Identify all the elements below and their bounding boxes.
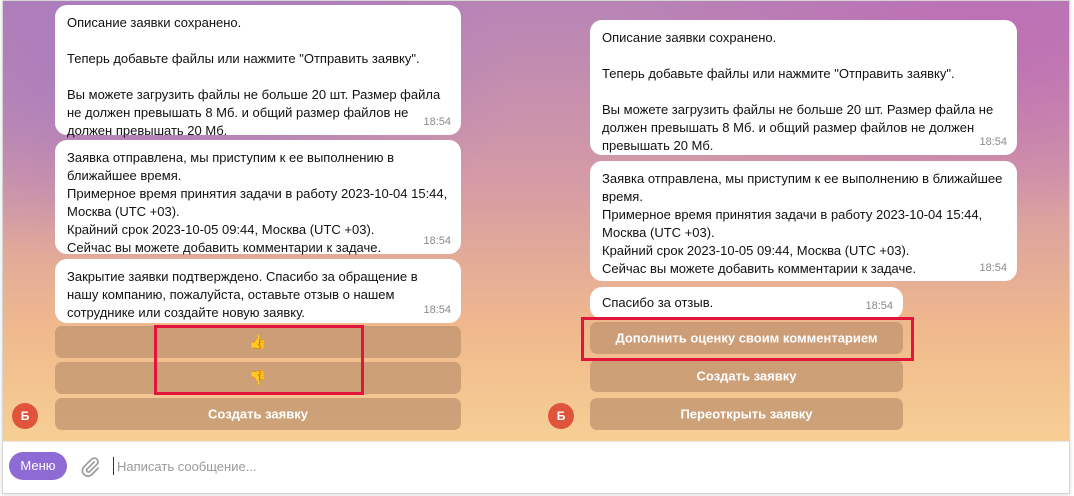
message-text: Описание заявки сохранено. Теперь добавь… xyxy=(602,30,994,153)
message-time: 18:54 xyxy=(865,300,893,312)
message-text: Описание заявки сохранено. Теперь добавь… xyxy=(67,15,441,138)
reopen-request-button[interactable]: Переоткрыть заявку xyxy=(590,398,903,430)
message-time: 18:54 xyxy=(423,116,451,128)
message-composer: Меню xyxy=(3,441,1069,493)
menu-button[interactable]: Меню xyxy=(9,452,67,480)
create-request-button[interactable]: Создать заявку xyxy=(55,398,461,430)
message-request-sent: Заявка отправлена, мы приступим к ее вып… xyxy=(590,161,1017,281)
paperclip-icon[interactable] xyxy=(79,456,101,478)
button-label: Переоткрыть заявку xyxy=(680,406,813,422)
highlight-frame xyxy=(154,325,364,395)
telegram-window: Описание заявки сохранено. Теперь добавь… xyxy=(2,0,1070,494)
message-time: 18:54 xyxy=(979,136,1007,148)
message-time: 18:54 xyxy=(423,235,451,247)
message-text: Закрытие заявки подтверждено. Спасибо за… xyxy=(67,269,418,320)
message-text: Заявка отправлена, мы приступим к ее вып… xyxy=(67,150,448,255)
highlight-frame xyxy=(581,317,914,361)
message-time: 18:54 xyxy=(423,304,451,316)
text-cursor xyxy=(113,457,114,475)
button-label: Создать заявку xyxy=(696,368,797,384)
create-request-button[interactable]: Создать заявку xyxy=(590,360,903,392)
avatar: Б xyxy=(548,403,574,429)
message-thanks-feedback: Спасибо за отзыв. 18:54 xyxy=(590,287,903,319)
message-text: Заявка отправлена, мы приступим к ее вып… xyxy=(602,171,1003,276)
avatar: Б xyxy=(12,403,38,429)
message-time: 18:54 xyxy=(979,262,1007,274)
message-description-saved: Описание заявки сохранено. Теперь добавь… xyxy=(590,20,1017,155)
message-closure-confirmed: Закрытие заявки подтверждено. Спасибо за… xyxy=(55,259,461,323)
button-label: Создать заявку xyxy=(208,406,308,422)
message-input[interactable] xyxy=(117,455,617,477)
message-request-sent: Заявка отправлена, мы приступим к ее вып… xyxy=(55,140,461,255)
message-description-saved: Описание заявки сохранено. Теперь добавь… xyxy=(55,5,461,138)
message-text: Спасибо за отзыв. xyxy=(602,295,714,310)
